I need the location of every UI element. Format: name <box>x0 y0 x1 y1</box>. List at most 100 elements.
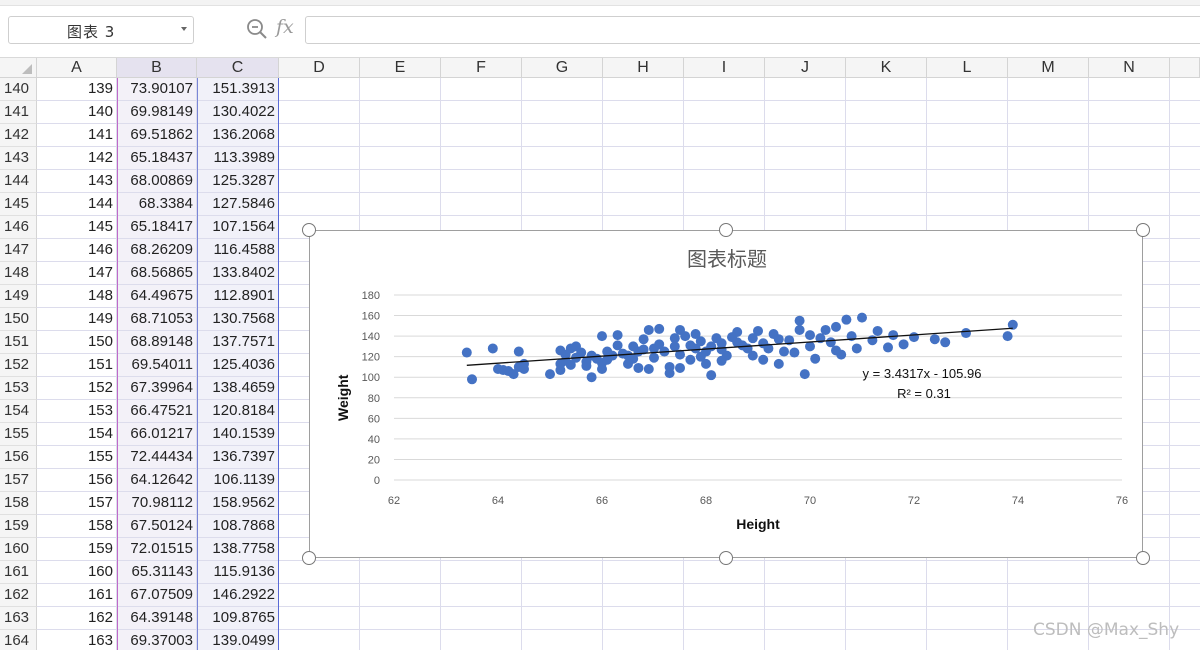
column-header-g[interactable]: G <box>522 58 603 78</box>
cell-b[interactable]: 73.90107 <box>117 78 197 101</box>
cell-c[interactable]: 133.8402 <box>197 262 279 285</box>
row-header[interactable]: 159 <box>0 515 37 538</box>
row-header[interactable]: 146 <box>0 216 37 239</box>
cell-a[interactable]: 163 <box>37 630 117 650</box>
cell-c[interactable]: 140.1539 <box>197 423 279 446</box>
cell-c[interactable]: 138.4659 <box>197 377 279 400</box>
cell-b[interactable]: 67.50124 <box>117 515 197 538</box>
cell-b[interactable]: 68.26209 <box>117 239 197 262</box>
column-header-i[interactable]: I <box>684 58 765 78</box>
resize-handle-bottom-right[interactable] <box>1136 551 1150 565</box>
cell-b[interactable]: 69.98149 <box>117 101 197 124</box>
cell-b[interactable]: 69.37003 <box>117 630 197 650</box>
cell-a[interactable]: 161 <box>37 584 117 607</box>
column-header-f[interactable]: F <box>441 58 522 78</box>
cell-c[interactable]: 130.7568 <box>197 308 279 331</box>
cell-b[interactable]: 70.98112 <box>117 492 197 515</box>
row-header[interactable]: 150 <box>0 308 37 331</box>
cell-b[interactable]: 65.18437 <box>117 147 197 170</box>
zoom-icon[interactable] <box>246 18 268 40</box>
cell-c[interactable]: 115.9136 <box>197 561 279 584</box>
cell-a[interactable]: 147 <box>37 262 117 285</box>
column-header-j[interactable]: J <box>765 58 846 78</box>
cell-b[interactable]: 69.54011 <box>117 354 197 377</box>
row-header[interactable]: 157 <box>0 469 37 492</box>
cell-c[interactable]: 113.3989 <box>197 147 279 170</box>
row-header[interactable]: 143 <box>0 147 37 170</box>
row-header[interactable]: 162 <box>0 584 37 607</box>
cell-a[interactable]: 141 <box>37 124 117 147</box>
cell-a[interactable]: 145 <box>37 216 117 239</box>
cell-b[interactable]: 68.71053 <box>117 308 197 331</box>
resize-handle-top[interactable] <box>719 223 733 237</box>
cell-c[interactable]: 109.8765 <box>197 607 279 630</box>
row-header[interactable]: 164 <box>0 630 37 650</box>
cell-a[interactable]: 156 <box>37 469 117 492</box>
column-header-l[interactable]: L <box>927 58 1008 78</box>
cell-b[interactable]: 64.12642 <box>117 469 197 492</box>
cell-c[interactable]: 107.1564 <box>197 216 279 239</box>
cell-a[interactable]: 143 <box>37 170 117 193</box>
cell-a[interactable]: 150 <box>37 331 117 354</box>
cell-b[interactable]: 68.89148 <box>117 331 197 354</box>
chevron-down-icon[interactable] <box>181 27 187 31</box>
row-header[interactable]: 152 <box>0 354 37 377</box>
row-header[interactable]: 140 <box>0 78 37 101</box>
row-header[interactable]: 144 <box>0 170 37 193</box>
cell-c[interactable]: 151.3913 <box>197 78 279 101</box>
fx-icon[interactable]: fx <box>276 16 294 38</box>
cell-c[interactable]: 139.0499 <box>197 630 279 650</box>
row-header[interactable]: 142 <box>0 124 37 147</box>
cell-a[interactable]: 159 <box>37 538 117 561</box>
cell-b[interactable]: 72.44434 <box>117 446 197 469</box>
column-header-k[interactable]: K <box>846 58 927 78</box>
row-header[interactable]: 147 <box>0 239 37 262</box>
cell-c[interactable]: 125.3287 <box>197 170 279 193</box>
row-header[interactable]: 163 <box>0 607 37 630</box>
resize-handle-bottom-left[interactable] <box>302 551 316 565</box>
row-header[interactable]: 158 <box>0 492 37 515</box>
cell-c[interactable]: 130.4022 <box>197 101 279 124</box>
cell-a[interactable]: 146 <box>37 239 117 262</box>
cell-b[interactable]: 69.51862 <box>117 124 197 147</box>
cell-a[interactable]: 149 <box>37 308 117 331</box>
resize-handle-bottom[interactable] <box>719 551 733 565</box>
cell-b[interactable]: 72.01515 <box>117 538 197 561</box>
row-header[interactable]: 156 <box>0 446 37 469</box>
row-header[interactable]: 149 <box>0 285 37 308</box>
column-header-h[interactable]: H <box>603 58 684 78</box>
row-header[interactable]: 153 <box>0 377 37 400</box>
row-header[interactable]: 155 <box>0 423 37 446</box>
cell-a[interactable]: 157 <box>37 492 117 515</box>
column-header-a[interactable]: A <box>37 58 117 78</box>
cell-c[interactable]: 136.7397 <box>197 446 279 469</box>
cell-b[interactable]: 68.3384 <box>117 193 197 216</box>
column-header-n[interactable]: N <box>1089 58 1170 78</box>
select-all-corner[interactable] <box>0 58 37 78</box>
cell-b[interactable]: 68.00869 <box>117 170 197 193</box>
row-header[interactable]: 160 <box>0 538 37 561</box>
cell-a[interactable]: 152 <box>37 377 117 400</box>
cell-c[interactable]: 138.7758 <box>197 538 279 561</box>
cell-b[interactable]: 67.39964 <box>117 377 197 400</box>
cell-b[interactable]: 67.07509 <box>117 584 197 607</box>
cell-c[interactable]: 120.8184 <box>197 400 279 423</box>
column-header-m[interactable]: M <box>1008 58 1089 78</box>
row-header[interactable]: 161 <box>0 561 37 584</box>
row-header[interactable]: 151 <box>0 331 37 354</box>
cell-a[interactable]: 140 <box>37 101 117 124</box>
resize-handle-top-right[interactable] <box>1136 223 1150 237</box>
column-header-e[interactable]: E <box>360 58 441 78</box>
column-header-b[interactable]: B <box>117 58 197 78</box>
cell-b[interactable]: 65.31143 <box>117 561 197 584</box>
cell-c[interactable]: 146.2922 <box>197 584 279 607</box>
row-header[interactable]: 141 <box>0 101 37 124</box>
row-header[interactable]: 145 <box>0 193 37 216</box>
cell-a[interactable]: 144 <box>37 193 117 216</box>
column-header-o[interactable] <box>1170 58 1200 78</box>
cell-a[interactable]: 160 <box>37 561 117 584</box>
row-header[interactable]: 148 <box>0 262 37 285</box>
cell-b[interactable]: 65.18417 <box>117 216 197 239</box>
cell-c[interactable]: 125.4036 <box>197 354 279 377</box>
cell-c[interactable]: 158.9562 <box>197 492 279 515</box>
